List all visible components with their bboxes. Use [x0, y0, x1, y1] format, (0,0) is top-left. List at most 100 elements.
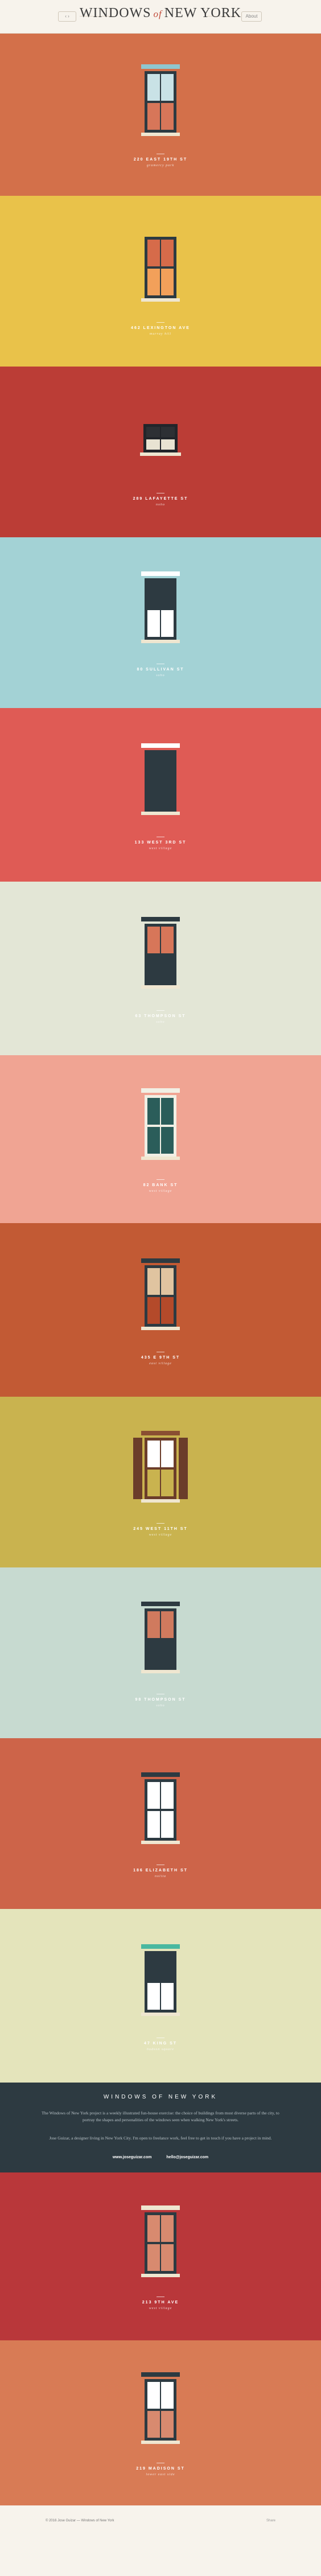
window-lintel: [141, 1602, 180, 1606]
window-neighborhood: noho: [156, 503, 165, 507]
window-neighborhood: west village: [149, 2307, 172, 2310]
window-illustration: [141, 743, 180, 815]
window-panel[interactable]: 462 LEXINGTON AVE murray hill: [0, 196, 321, 367]
window-address: 220 EAST 19TH ST: [133, 158, 188, 162]
about-button[interactable]: About: [241, 11, 262, 22]
window-illustration: [141, 1944, 180, 2016]
window-caption: 245 WEST 11TH ST west village: [0, 1523, 321, 1537]
window-lintel: [141, 571, 180, 576]
about-paragraph-2: Jose Guizar, a designer living in New Yo…: [49, 2135, 272, 2141]
website-link[interactable]: www.joseguizar.com: [113, 2155, 152, 2159]
window-caption: 133 WEST 3RD ST west village: [0, 837, 321, 850]
window-caption: 213 9TH AVE west village: [0, 2297, 321, 2310]
window-address: 219 MADISON ST: [136, 2467, 185, 2471]
window-caption: 82 BANK ST west village: [0, 1179, 321, 1193]
about-section: WINDOWS OF NEW YORK The Windows of New Y…: [0, 2083, 321, 2172]
window-sill: [141, 133, 180, 136]
window-neighborhood: lower east side: [146, 2473, 175, 2476]
window-neighborhood: gramercy park: [146, 164, 175, 167]
window-address: 47 KING ST: [143, 2042, 178, 2046]
window-address: 213 9TH AVE: [142, 2301, 179, 2305]
window-sill: [141, 1499, 180, 1503]
window-panel[interactable]: 213 9TH AVE west village: [0, 2172, 321, 2340]
window-sill: [140, 452, 181, 456]
window-illustration: [141, 2372, 180, 2444]
window-sill: [141, 1327, 180, 1330]
window-illustration: [140, 417, 181, 456]
window-address: 63 THOMPSON ST: [135, 1014, 186, 1018]
window-lintel: [141, 917, 180, 921]
email-link[interactable]: hello@joseguizar.com: [166, 2155, 208, 2159]
window-caption: 289 LAFAYETTE ST noho: [0, 493, 321, 507]
about-title: WINDOWS OF NEW YORK: [103, 2094, 218, 2100]
caption-rule: [157, 322, 164, 323]
site-logo[interactable]: WINDOWS of NEW YORK: [0, 6, 321, 21]
window-lintel: [141, 1431, 180, 1435]
window-sill: [141, 2441, 180, 2444]
window-sill: [141, 812, 180, 815]
window-panels-after: 213 9TH AVE west village 219 MADISON ST low…: [0, 2172, 321, 2505]
window-address: 186 ELIZABETH ST: [133, 1869, 188, 1873]
window-panel[interactable]: 80 SULLIVAN ST soho: [0, 537, 321, 708]
window-address: 245 WEST 11TH ST: [133, 1527, 188, 1531]
caption-rule: [157, 1523, 164, 1524]
window-caption: 462 LEXINGTON AVE murray hill: [0, 322, 321, 336]
site-footer: © 2016 Jose Guizar — Windows of New York…: [0, 2505, 321, 2538]
window-caption: 220 EAST 19TH ST gramercy park: [0, 154, 321, 167]
window-sill: [141, 1841, 180, 1844]
window-neighborhood: east village: [149, 1362, 172, 1365]
footer-share-link[interactable]: Share: [266, 2519, 275, 2522]
window-panel[interactable]: 289 LAFAYETTE ST noho: [0, 367, 321, 537]
window-panel[interactable]: 133 WEST 3RD ST west village: [0, 708, 321, 882]
window-address: 133 WEST 3RD ST: [134, 841, 187, 845]
window-neighborhood: west village: [149, 1190, 172, 1193]
caption-rule: [157, 1010, 164, 1011]
site-header: ‹ › WINDOWS of NEW YORK About: [0, 0, 321, 34]
window-illustration: [141, 1258, 180, 1330]
window-lintel: [141, 1258, 180, 1263]
window-illustration: [141, 917, 180, 989]
left-shutter: [133, 1438, 142, 1499]
about-links: www.joseguizar.com hello@joseguizar.com: [0, 2155, 321, 2159]
window-panel[interactable]: 82 BANK ST west village: [0, 1055, 321, 1223]
window-caption: 219 MADISON ST lower east side: [0, 2463, 321, 2476]
window-panel[interactable]: 63 THOMPSON ST soho: [0, 882, 321, 1055]
about-paragraph-1: The Windows of New York project is a wee…: [42, 2110, 279, 2122]
window-neighborhood: nolita: [154, 1875, 166, 1878]
window-neighborhood: soho: [156, 674, 165, 677]
window-address: 435 E 9TH ST: [141, 1356, 180, 1360]
window-panel[interactable]: 435 E 9TH ST east village: [0, 1223, 321, 1397]
window-caption: 80 SULLIVAN ST soho: [0, 664, 321, 677]
window-panel[interactable]: 220 EAST 19TH ST gramercy park: [0, 34, 321, 196]
logo-word-windows: WINDOWS: [79, 6, 151, 20]
window-caption: 186 ELIZABETH ST nolita: [0, 1865, 321, 1878]
window-lintel: [141, 1088, 180, 1093]
window-illustration: [141, 1088, 180, 1160]
window-neighborhood: soho: [156, 1704, 165, 1707]
window-lintel: [141, 743, 180, 748]
window-panel[interactable]: 186 ELIZABETH ST nolita: [0, 1738, 321, 1909]
window-panel[interactable]: 245 WEST 11TH ST west village: [0, 1397, 321, 1567]
window-lintel: [141, 2372, 180, 2377]
window-illustration: [133, 1431, 188, 1503]
window-neighborhood: west village: [149, 1533, 172, 1537]
window-lintel: [141, 1772, 180, 1777]
window-lintel: [141, 1944, 180, 1949]
window-sill: [141, 2013, 180, 2016]
window-address: 289 LAFAYETTE ST: [133, 497, 188, 501]
window-panel[interactable]: 47 KING ST hudson square: [0, 1909, 321, 2083]
right-shutter: [179, 1438, 188, 1499]
window-panel[interactable]: 98 THOMPSON ST soho: [0, 1567, 321, 1738]
window-illustration: [141, 230, 180, 302]
window-caption: 63 THOMPSON ST soho: [0, 1010, 321, 1024]
footer-credit: © 2016 Jose Guizar — Windows of New York: [46, 2519, 114, 2522]
window-lintel: [141, 2205, 180, 2210]
window-address: 98 THOMPSON ST: [135, 1698, 186, 1702]
window-lintel: [141, 64, 180, 69]
window-lintel: [141, 230, 180, 234]
window-illustration: [141, 1772, 180, 1844]
window-illustration: [141, 2205, 180, 2277]
window-neighborhood: soho: [156, 1020, 165, 1024]
window-address: 82 BANK ST: [143, 1183, 178, 1187]
window-panel[interactable]: 219 MADISON ST lower east side: [0, 2340, 321, 2505]
